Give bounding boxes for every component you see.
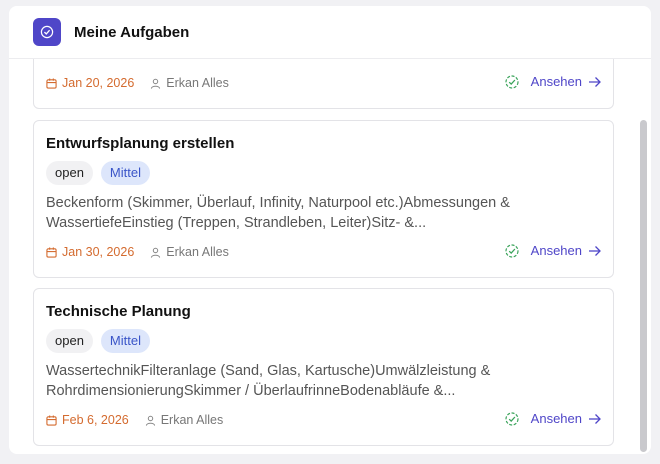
view-task-link[interactable]: Ansehen — [531, 243, 601, 258]
badges: open Mittel — [46, 161, 150, 185]
view-task-label: Ansehen — [530, 243, 582, 258]
view-task-link[interactable]: Ansehen — [531, 74, 601, 89]
task-card: Technische Planung open Mittel Wassertec… — [33, 288, 614, 446]
due-date: Jan 30, 2026 — [46, 245, 134, 259]
assignee: Erkan Alles — [145, 413, 224, 427]
status-badge: open — [46, 329, 93, 353]
check-circle-icon — [33, 18, 61, 46]
view-task-label: Ansehen — [530, 74, 582, 89]
check-circle-icon[interactable] — [505, 74, 519, 89]
user-icon — [151, 247, 161, 258]
task-title[interactable]: Technische Planung — [46, 303, 191, 320]
user-icon — [151, 78, 161, 89]
check-circle-icon[interactable] — [505, 243, 519, 258]
assignee-name: Erkan Alles — [166, 76, 229, 90]
task-meta: Jan 20, 2026 Erkan Alles — [46, 76, 229, 90]
due-date-text: Jan 30, 2026 — [62, 245, 135, 259]
task-meta: Jan 30, 2026 Erkan Alles — [46, 245, 229, 259]
page-title: Meine Aufgaben — [74, 23, 190, 41]
status-badge: open — [46, 161, 93, 185]
calendar-icon — [46, 414, 57, 426]
calendar-icon — [46, 77, 57, 89]
tasks-panel: Jan 20, 2026 Erkan Alles Ansehen Entwurf… — [9, 6, 651, 454]
due-date: Jan 20, 2026 — [46, 76, 134, 90]
arrow-right-icon — [589, 413, 601, 424]
task-actions: Ansehen — [505, 74, 601, 89]
arrow-right-icon — [589, 76, 601, 87]
scrollbar-thumb[interactable] — [640, 120, 647, 452]
user-icon — [145, 415, 155, 426]
assignee: Erkan Alles — [150, 76, 229, 90]
task-card: Entwurfsplanung erstellen open Mittel Be… — [33, 120, 614, 278]
task-description: Beckenform (Skimmer, Überlauf, Infinity,… — [46, 195, 510, 231]
task-description: WassertechnikFilteranlage (Sand, Glas, K… — [46, 363, 491, 399]
assignee-name: Erkan Alles — [166, 245, 229, 259]
panel-header: Meine Aufgaben — [9, 6, 651, 59]
due-date-text: Jan 20, 2026 — [62, 76, 135, 90]
due-date: Feb 6, 2026 — [46, 413, 129, 427]
calendar-icon — [46, 246, 57, 258]
task-title[interactable]: Entwurfsplanung erstellen — [46, 135, 234, 152]
view-task-link[interactable]: Ansehen — [531, 411, 601, 426]
priority-badge: Mittel — [100, 329, 150, 353]
view-task-label: Ansehen — [530, 411, 582, 426]
task-actions: Ansehen — [505, 243, 601, 258]
due-date-text: Feb 6, 2026 — [62, 413, 129, 427]
assignee: Erkan Alles — [150, 245, 229, 259]
badges: open Mittel — [46, 329, 150, 353]
task-actions: Ansehen — [505, 411, 601, 426]
priority-badge: Mittel — [100, 161, 150, 185]
check-circle-icon[interactable] — [505, 411, 519, 426]
arrow-right-icon — [589, 245, 601, 256]
task-meta: Feb 6, 2026 Erkan Alles — [46, 413, 223, 427]
assignee-name: Erkan Alles — [160, 413, 224, 427]
